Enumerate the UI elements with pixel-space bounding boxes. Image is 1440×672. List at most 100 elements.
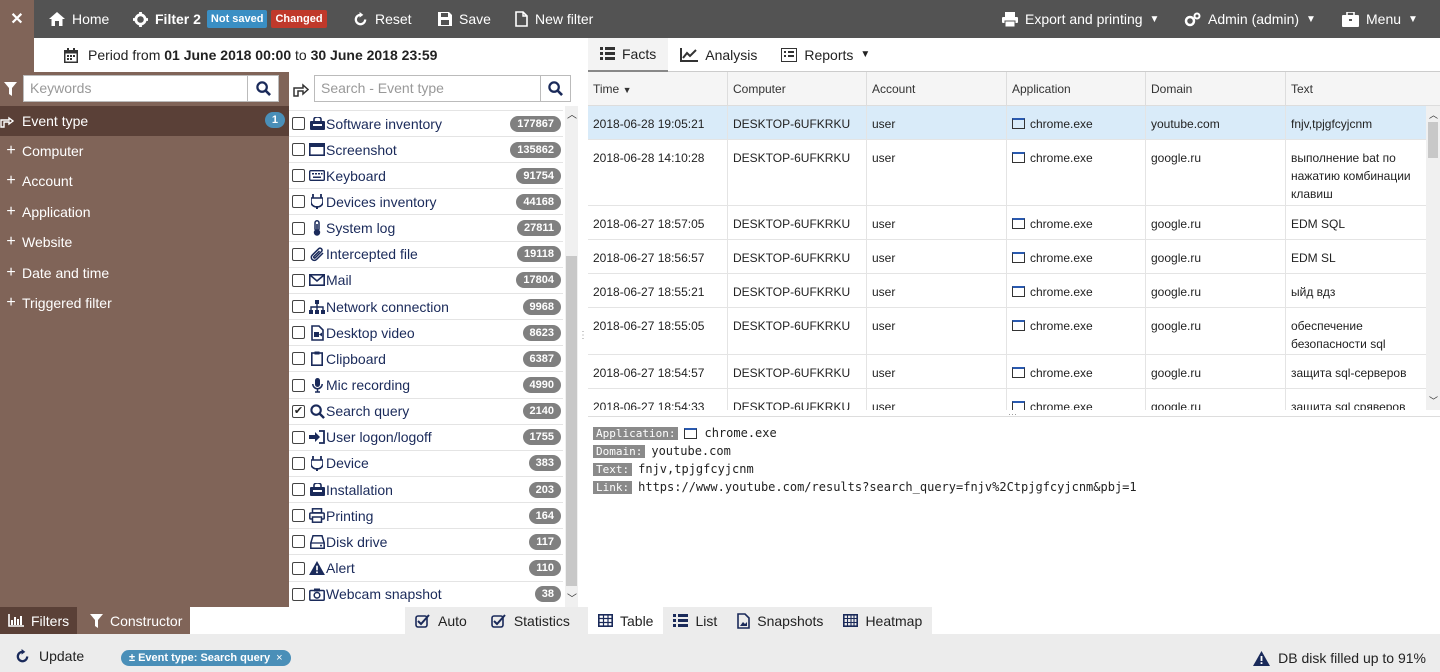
checkbox[interactable] bbox=[292, 169, 305, 183]
checkbox[interactable]: ✔ bbox=[292, 404, 305, 418]
event-type-item[interactable]: Software inventory 177867 bbox=[289, 111, 563, 137]
event-type-item[interactable]: Disk drive 117 bbox=[289, 529, 563, 556]
checkbox[interactable] bbox=[292, 456, 305, 470]
tab-facts[interactable]: Facts bbox=[588, 37, 669, 72]
event-type-search-button[interactable] bbox=[540, 76, 570, 101]
event-type-item[interactable]: Alert 110 bbox=[289, 556, 563, 582]
checkbox[interactable] bbox=[292, 221, 305, 235]
admin-menu[interactable]: Admin (admin) ▼ bbox=[1184, 0, 1316, 38]
category-date-time[interactable]: + Date and time bbox=[0, 258, 289, 288]
scroll-down-arrow[interactable]: ﹀ bbox=[1429, 394, 1438, 407]
column-header-domain[interactable]: Domain bbox=[1146, 72, 1286, 105]
checkbox[interactable] bbox=[292, 143, 305, 157]
checkbox[interactable] bbox=[292, 195, 305, 209]
category-event-type[interactable]: Event type 1 bbox=[0, 106, 289, 136]
save-button[interactable]: Save bbox=[438, 0, 491, 38]
checkbox[interactable] bbox=[292, 352, 305, 366]
event-type-item[interactable]: Devices inventory 44168 bbox=[289, 189, 563, 216]
filter-title[interactable]: Filter 2 Not saved Changed bbox=[133, 0, 327, 38]
checkbox[interactable] bbox=[292, 247, 305, 261]
tab-reports[interactable]: Reports ▼ bbox=[769, 38, 882, 72]
table-row[interactable]: 2018-06-27 18:54:57 DESKTOP-6UFKRKU user ch… bbox=[588, 355, 1426, 389]
event-type-item[interactable]: Device 383 bbox=[289, 451, 563, 477]
tab-constructor[interactable]: Constructor bbox=[82, 607, 190, 634]
scroll-up-arrow[interactable]: ︿ bbox=[1429, 108, 1438, 121]
auto-toggle[interactable]: Auto bbox=[415, 613, 467, 629]
checkbox[interactable] bbox=[292, 326, 305, 340]
tab-list[interactable]: List bbox=[663, 607, 727, 634]
checkbox[interactable] bbox=[292, 117, 305, 130]
event-type-item[interactable]: User logon/logoff 1755 bbox=[289, 425, 563, 451]
checkbox[interactable] bbox=[292, 378, 305, 392]
checkbox[interactable] bbox=[292, 561, 305, 575]
event-type-item[interactable]: System log 27811 bbox=[289, 216, 563, 242]
period-bar[interactable]: Period from 01 June 2018 00:00 to 30 Jun… bbox=[34, 38, 588, 72]
keywords-input[interactable]: Keywords bbox=[23, 75, 279, 102]
status-footer: Update ± Event type: Search query × DB d… bbox=[0, 634, 1440, 672]
tab-heatmap[interactable]: Heatmap bbox=[833, 607, 932, 634]
home-button[interactable]: Home bbox=[49, 0, 109, 38]
column-header-application[interactable]: Application bbox=[1007, 72, 1146, 105]
table-row[interactable]: 2018-06-27 18:54:33 DESKTOP-6UFKRKU user ch… bbox=[588, 389, 1426, 410]
scrollbar-thumb[interactable] bbox=[1428, 122, 1438, 158]
active-filter-chip[interactable]: ± Event type: Search query × bbox=[121, 650, 291, 666]
scrollbar-thumb[interactable] bbox=[566, 256, 577, 586]
column-header-computer[interactable]: Computer bbox=[728, 72, 867, 105]
event-type-search-input[interactable]: Search - Event type bbox=[314, 75, 571, 102]
table-row[interactable]: 2018-06-27 18:56:57 DESKTOP-6UFKRKU user ch… bbox=[588, 240, 1426, 274]
new-filter-button[interactable]: New filter bbox=[515, 0, 593, 38]
checkbox[interactable] bbox=[292, 430, 305, 444]
update-button[interactable]: Update bbox=[15, 648, 84, 664]
checkbox[interactable] bbox=[292, 300, 305, 314]
event-type-item[interactable]: Desktop video 8623 bbox=[289, 320, 563, 347]
tab-snapshots[interactable]: Snapshots bbox=[727, 607, 833, 634]
column-header-account[interactable]: Account bbox=[867, 72, 1007, 105]
checkbox[interactable] bbox=[292, 509, 305, 523]
checkbox[interactable] bbox=[292, 587, 305, 601]
category-application[interactable]: + Application bbox=[0, 197, 289, 227]
statistics-toggle[interactable]: Statistics bbox=[491, 613, 570, 629]
event-type-item[interactable]: Keyboard 91754 bbox=[289, 163, 563, 190]
table-row[interactable]: 2018-06-27 18:55:05 DESKTOP-6UFKRKU user ch… bbox=[588, 308, 1426, 355]
event-type-item[interactable]: Mic recording 4990 bbox=[289, 373, 563, 399]
event-type-item[interactable]: Webcam snapshot 38 bbox=[289, 582, 563, 607]
reset-button[interactable]: Reset bbox=[353, 0, 412, 38]
tab-filters[interactable]: Filters bbox=[0, 607, 78, 634]
cell-account: user bbox=[867, 140, 1007, 205]
event-type-item[interactable]: Mail 17804 bbox=[289, 268, 563, 294]
refresh-icon bbox=[16, 648, 29, 662]
scroll-down-arrow[interactable]: ﹀ bbox=[567, 590, 577, 605]
column-header-time[interactable]: Time ▼ bbox=[588, 72, 728, 105]
close-filter-button[interactable]: ✕ bbox=[0, 0, 34, 38]
event-type-item[interactable]: Installation 203 bbox=[289, 477, 563, 504]
event-type-item[interactable]: Intercepted file 19118 bbox=[289, 242, 563, 268]
event-type-item[interactable]: Screenshot 135862 bbox=[289, 137, 563, 164]
column-header-text[interactable]: Text bbox=[1286, 72, 1440, 105]
checkbox[interactable] bbox=[292, 483, 305, 497]
event-list-scrollbar[interactable]: ︿ ﹀ bbox=[565, 106, 578, 607]
table-row[interactable]: 2018-06-27 18:57:05 DESKTOP-6UFKRKU user ch… bbox=[588, 206, 1426, 240]
keywords-search-button[interactable] bbox=[247, 76, 278, 101]
detail-link-url[interactable]: https://www.youtube.com/results?search_q… bbox=[638, 480, 1137, 494]
checkbox[interactable] bbox=[292, 273, 305, 287]
chip-close-icon[interactable]: × bbox=[276, 652, 282, 664]
category-computer[interactable]: + Computer bbox=[0, 136, 289, 166]
tab-table[interactable]: Table bbox=[588, 607, 664, 634]
table-row[interactable]: 2018-06-28 14:10:28 DESKTOP-6UFKRKU user ch… bbox=[588, 140, 1426, 206]
category-triggered-filter[interactable]: + Triggered filter bbox=[0, 288, 289, 318]
main-menu[interactable]: Menu ▼ bbox=[1342, 0, 1418, 38]
event-type-item[interactable]: Clipboard 6387 bbox=[289, 346, 563, 373]
scroll-up-arrow[interactable]: ︿ bbox=[567, 106, 577, 121]
panel-resize-handle[interactable]: ⋮ bbox=[578, 330, 588, 350]
checkbox[interactable] bbox=[292, 535, 305, 549]
table-row[interactable]: 2018-06-27 18:55:21 DESKTOP-6UFKRKU user ch… bbox=[588, 274, 1426, 308]
category-website[interactable]: + Website bbox=[0, 227, 289, 257]
table-scrollbar[interactable]: ︿ ﹀ bbox=[1426, 106, 1440, 410]
category-account[interactable]: + Account bbox=[0, 166, 289, 196]
event-type-item[interactable]: Network connection 9968 bbox=[289, 294, 563, 321]
table-row[interactable]: 2018-06-28 19:05:21 DESKTOP-6UFKRKU user ch… bbox=[588, 106, 1426, 140]
export-printing-menu[interactable]: Export and printing ▼ bbox=[1002, 0, 1159, 38]
event-type-item[interactable]: Printing 164 bbox=[289, 503, 563, 530]
tab-analysis[interactable]: Analysis bbox=[668, 38, 769, 72]
event-type-item[interactable]: ✔ Search query 2140 bbox=[289, 399, 563, 425]
